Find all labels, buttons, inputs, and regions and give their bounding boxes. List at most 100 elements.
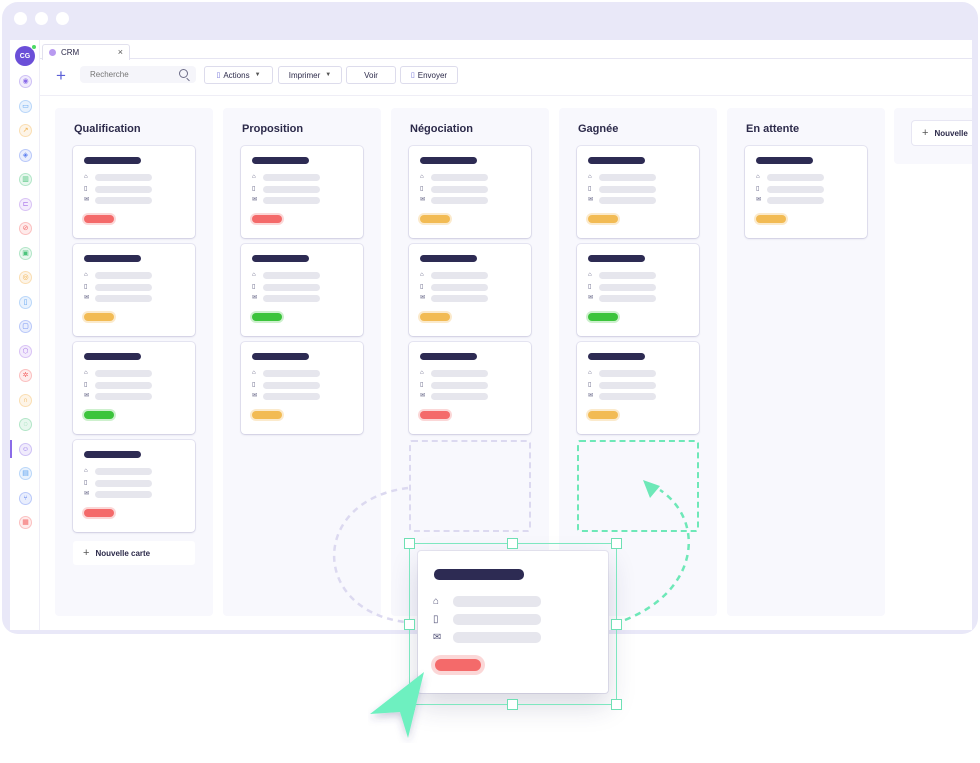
card-email-placeholder	[767, 197, 824, 204]
resize-handle[interactable]	[611, 619, 622, 630]
card-title-placeholder	[252, 353, 309, 360]
deal-card[interactable]: ⌂ ▯ ✉	[241, 146, 363, 238]
card-phone-placeholder	[95, 480, 152, 487]
chart-icon[interactable]: ▥	[19, 173, 32, 186]
board-column: Proposition ⌂ ▯ ✉ ⌂ ▯ ✉ ⌂ ▯ ✉	[223, 108, 381, 616]
deal-card[interactable]: ⌂ ▯ ✉	[73, 146, 195, 238]
card-email-placeholder	[95, 491, 152, 498]
building-icon[interactable]: ▤	[19, 467, 32, 480]
trend-icon[interactable]: ↗	[19, 124, 32, 137]
resize-handle[interactable]	[404, 538, 415, 549]
card-phone-placeholder	[95, 382, 152, 389]
contact-icon[interactable]: ☺	[19, 442, 32, 456]
mail-icon: ✉	[588, 393, 594, 399]
card-title-placeholder	[420, 353, 477, 360]
card-title-placeholder	[84, 157, 141, 164]
document-icon: ▯	[216, 72, 221, 79]
view-button[interactable]: Voir	[346, 66, 396, 84]
card-address-placeholder	[431, 174, 488, 181]
ban-icon[interactable]: ⊘	[19, 222, 32, 235]
home-icon: ⌂	[252, 174, 256, 180]
card-title-placeholder	[420, 157, 477, 164]
print-label: Imprimer	[288, 70, 321, 80]
resize-handle[interactable]	[611, 699, 622, 710]
calendar-icon[interactable]: ▦	[19, 516, 32, 529]
screen-icon[interactable]: ▢	[19, 320, 32, 333]
deal-card[interactable]: ⌂ ▯ ✉	[577, 342, 699, 434]
clipboard-icon[interactable]: ▯	[19, 295, 32, 309]
status-tag	[84, 411, 114, 419]
card-phone-placeholder	[263, 186, 320, 193]
phone-icon: ▯	[252, 382, 256, 388]
resize-handle[interactable]	[507, 699, 518, 710]
resize-handle[interactable]	[507, 538, 518, 549]
tab-crm[interactable]: CRM ×	[42, 44, 130, 60]
tab-bar: CRM ×	[40, 40, 972, 60]
deal-card[interactable]: ⌂ ▯ ✉	[241, 342, 363, 434]
inbox-icon[interactable]: ▣	[19, 246, 32, 260]
card-phone-placeholder	[599, 186, 656, 193]
mail-icon: ✉	[252, 393, 258, 399]
drag-origin-placeholder	[409, 440, 531, 532]
print-button[interactable]: Imprimer ▼	[278, 66, 342, 84]
card-email-placeholder	[263, 197, 320, 204]
search-icon[interactable]	[179, 69, 188, 78]
resize-handle[interactable]	[611, 538, 622, 549]
actions-button[interactable]: ▯ Actions ▼	[204, 66, 273, 84]
status-tag	[588, 215, 618, 223]
home-icon: ⌂	[420, 370, 424, 376]
card-address-placeholder	[431, 272, 488, 279]
mail-icon: ✉	[252, 197, 258, 203]
cart-icon[interactable]: ⊏	[19, 197, 32, 211]
drop-target-zone[interactable]	[577, 440, 699, 532]
gear-icon[interactable]: ✲	[19, 369, 32, 382]
folder-icon[interactable]: ▭	[19, 99, 32, 113]
signal-icon[interactable]: ◈	[19, 148, 32, 162]
new-card-button[interactable]: + Nouvelle carte	[73, 541, 195, 565]
window-maximize-dot[interactable]	[56, 12, 69, 25]
chat-icon[interactable]: ◌	[19, 418, 32, 431]
window-minimize-dot[interactable]	[35, 12, 48, 25]
deal-card[interactable]: ⌂ ▯ ✉	[577, 146, 699, 238]
headset-icon[interactable]: ∩	[19, 393, 32, 407]
phone-icon: ▯	[588, 186, 592, 192]
deal-card[interactable]: ⌂ ▯ ✉	[409, 146, 531, 238]
plus-icon: +	[922, 127, 929, 139]
card-phone-placeholder	[263, 284, 320, 291]
deal-card[interactable]: ⌂ ▯ ✉	[409, 342, 531, 434]
search-input[interactable]	[90, 70, 170, 79]
deal-card[interactable]: ⌂ ▯ ✉	[409, 244, 531, 336]
close-icon[interactable]: ×	[118, 47, 123, 57]
box-icon[interactable]: ⬡	[19, 344, 32, 358]
deal-card[interactable]: ⌂ ▯ ✉	[73, 244, 195, 336]
home-icon: ⌂	[588, 174, 592, 180]
send-label: Envoyer	[417, 70, 448, 80]
deal-card[interactable]: ⌂ ▯ ✉	[745, 146, 867, 238]
deal-card[interactable]: ⌂ ▯ ✉	[73, 440, 195, 532]
deal-card[interactable]: ⌂ ▯ ✉	[241, 244, 363, 336]
branch-icon[interactable]: ⑂	[19, 491, 32, 505]
mail-icon: ✉	[84, 393, 90, 399]
card-title-placeholder	[588, 353, 645, 360]
card-title-placeholder	[252, 255, 309, 262]
app-window: CG ◉ ▭ ↗ ◈ ▥ ⊏ ⊘ ▣ ◎ ▯ ▢ ⬡ ✲ ∩ ◌ ☺ ▤ ⑂ ▦ CRM × + ▯ Actions	[2, 2, 978, 634]
card-email-placeholder	[95, 393, 152, 400]
deal-card[interactable]: ⌂ ▯ ✉	[73, 342, 195, 434]
new-column-button[interactable]: + Nouvelle	[912, 121, 972, 145]
coin-icon[interactable]: ◎	[19, 271, 32, 284]
resize-handle[interactable]	[404, 619, 415, 630]
search-box	[80, 66, 196, 83]
card-title-placeholder	[420, 255, 477, 262]
avatar[interactable]: CG	[15, 44, 37, 66]
card-phone-placeholder	[95, 284, 152, 291]
card-address-placeholder	[95, 370, 152, 377]
card-email-placeholder	[263, 295, 320, 302]
add-button[interactable]: +	[56, 66, 66, 86]
card-address-placeholder	[767, 174, 824, 181]
deal-card[interactable]: ⌂ ▯ ✉	[577, 244, 699, 336]
send-button[interactable]: ▯ Envoyer	[400, 66, 458, 84]
card-address-placeholder	[95, 174, 152, 181]
users-icon[interactable]: ◉	[19, 75, 32, 88]
card-address-placeholder	[599, 174, 656, 181]
window-close-dot[interactable]	[14, 12, 27, 25]
